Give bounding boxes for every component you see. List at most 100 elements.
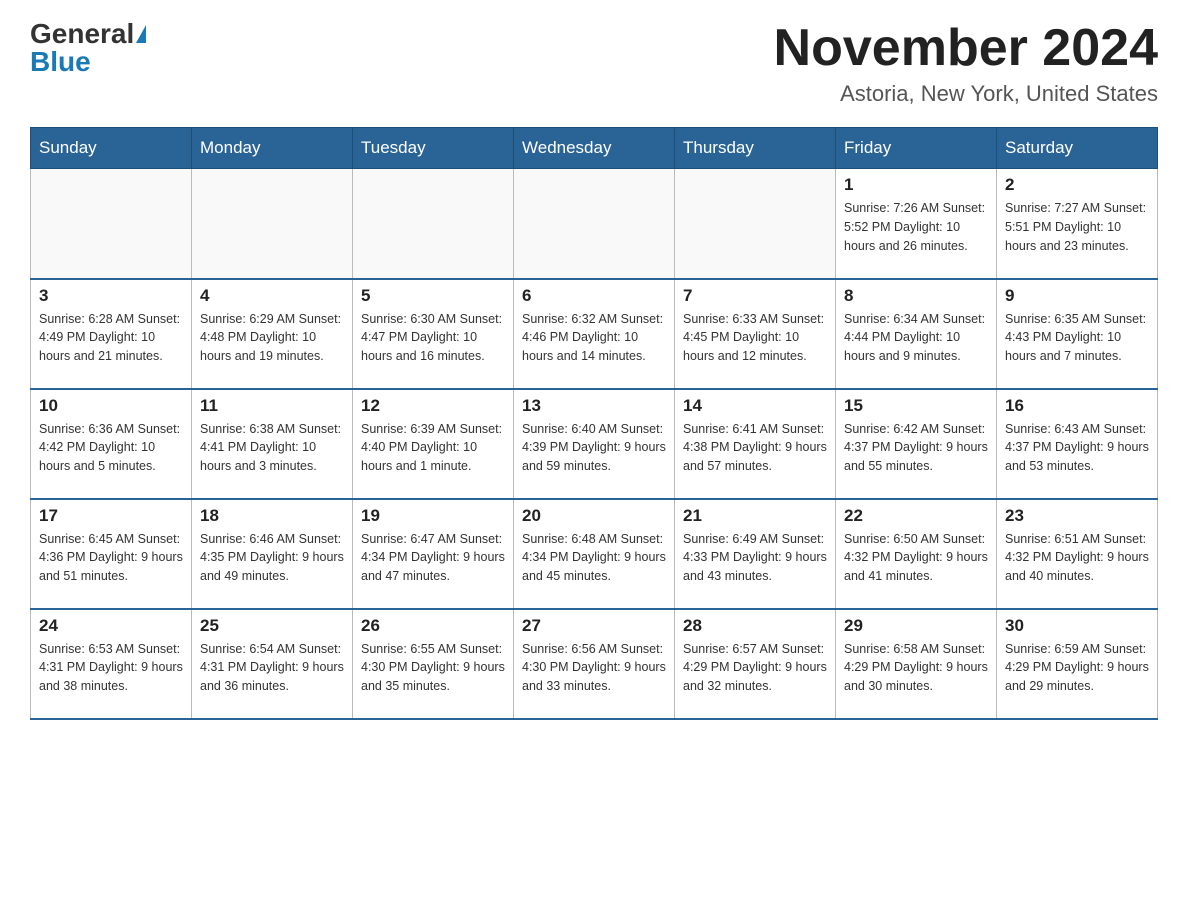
day-info: Sunrise: 6:53 AM Sunset: 4:31 PM Dayligh… bbox=[39, 640, 183, 696]
day-info: Sunrise: 6:57 AM Sunset: 4:29 PM Dayligh… bbox=[683, 640, 827, 696]
main-title: November 2024 bbox=[774, 20, 1158, 77]
day-info: Sunrise: 6:40 AM Sunset: 4:39 PM Dayligh… bbox=[522, 420, 666, 476]
day-info: Sunrise: 6:41 AM Sunset: 4:38 PM Dayligh… bbox=[683, 420, 827, 476]
day-of-week-header: Sunday bbox=[31, 128, 192, 169]
calendar-cell: 19 Sunrise: 6:47 AM Sunset: 4:34 PM Dayli… bbox=[353, 499, 514, 609]
day-info: Sunrise: 6:43 AM Sunset: 4:37 PM Dayligh… bbox=[1005, 420, 1149, 476]
day-number: 22 bbox=[844, 506, 988, 526]
calendar-cell: 20 Sunrise: 6:48 AM Sunset: 4:34 PM Dayli… bbox=[514, 499, 675, 609]
day-info: Sunrise: 6:59 AM Sunset: 4:29 PM Dayligh… bbox=[1005, 640, 1149, 696]
day-info: Sunrise: 6:28 AM Sunset: 4:49 PM Dayligh… bbox=[39, 310, 183, 366]
day-info: Sunrise: 6:58 AM Sunset: 4:29 PM Dayligh… bbox=[844, 640, 988, 696]
calendar-cell: 2 Sunrise: 7:27 AM Sunset: 5:51 PM Daylig… bbox=[997, 169, 1158, 279]
calendar-cell: 6Sunrise: 6:32 AM Sunset: 4:46 PM Daylig… bbox=[514, 279, 675, 389]
calendar-cell: 30Sunrise: 6:59 AM Sunset: 4:29 PM Dayli… bbox=[997, 609, 1158, 719]
day-info: Sunrise: 6:48 AM Sunset: 4:34 PM Dayligh… bbox=[522, 530, 666, 586]
title-block: November 2024 Astoria, New York, United … bbox=[774, 20, 1158, 107]
day-number: 26 bbox=[361, 616, 505, 636]
day-info: Sunrise: 6:46 AM Sunset: 4:35 PM Dayligh… bbox=[200, 530, 344, 586]
logo: General Blue bbox=[30, 20, 146, 76]
calendar-cell: 5 Sunrise: 6:30 AM Sunset: 4:47 PM Daylig… bbox=[353, 279, 514, 389]
calendar-cell: 25Sunrise: 6:54 AM Sunset: 4:31 PM Dayli… bbox=[192, 609, 353, 719]
calendar-cell: 13 Sunrise: 6:40 AM Sunset: 4:39 PM Dayli… bbox=[514, 389, 675, 499]
calendar-week-row: 1Sunrise: 7:26 AM Sunset: 5:52 PM Daylig… bbox=[31, 169, 1158, 279]
day-number: 21 bbox=[683, 506, 827, 526]
calendar-cell: 7Sunrise: 6:33 AM Sunset: 4:45 PM Daylig… bbox=[675, 279, 836, 389]
calendar-cell: 15 Sunrise: 6:42 AM Sunset: 4:37 PM Dayli… bbox=[836, 389, 997, 499]
day-number: 19 bbox=[361, 506, 505, 526]
day-info: Sunrise: 6:42 AM Sunset: 4:37 PM Dayligh… bbox=[844, 420, 988, 476]
calendar-cell: 8 Sunrise: 6:34 AM Sunset: 4:44 PM Daylig… bbox=[836, 279, 997, 389]
calendar-cell: 24Sunrise: 6:53 AM Sunset: 4:31 PM Dayli… bbox=[31, 609, 192, 719]
calendar-cell: 29Sunrise: 6:58 AM Sunset: 4:29 PM Dayli… bbox=[836, 609, 997, 719]
calendar-cell: 16Sunrise: 6:43 AM Sunset: 4:37 PM Dayli… bbox=[997, 389, 1158, 499]
day-number: 15 bbox=[844, 396, 988, 416]
calendar-cell: 4 Sunrise: 6:29 AM Sunset: 4:48 PM Daylig… bbox=[192, 279, 353, 389]
day-number: 6 bbox=[522, 286, 666, 306]
day-of-week-header: Tuesday bbox=[353, 128, 514, 169]
day-number: 9 bbox=[1005, 286, 1149, 306]
day-info: Sunrise: 6:51 AM Sunset: 4:32 PM Dayligh… bbox=[1005, 530, 1149, 586]
calendar-cell: 17 Sunrise: 6:45 AM Sunset: 4:36 PM Dayli… bbox=[31, 499, 192, 609]
day-info: Sunrise: 6:55 AM Sunset: 4:30 PM Dayligh… bbox=[361, 640, 505, 696]
day-of-week-header: Friday bbox=[836, 128, 997, 169]
day-number: 14 bbox=[683, 396, 827, 416]
calendar-body: 1Sunrise: 7:26 AM Sunset: 5:52 PM Daylig… bbox=[31, 169, 1158, 719]
day-info: Sunrise: 7:27 AM Sunset: 5:51 PM Dayligh… bbox=[1005, 199, 1149, 255]
day-number: 2 bbox=[1005, 175, 1149, 195]
day-number: 12 bbox=[361, 396, 505, 416]
day-info: Sunrise: 6:56 AM Sunset: 4:30 PM Dayligh… bbox=[522, 640, 666, 696]
day-info: Sunrise: 6:39 AM Sunset: 4:40 PM Dayligh… bbox=[361, 420, 505, 476]
day-number: 5 bbox=[361, 286, 505, 306]
calendar-week-row: 10 Sunrise: 6:36 AM Sunset: 4:42 PM Dayli… bbox=[31, 389, 1158, 499]
day-of-week-header: Wednesday bbox=[514, 128, 675, 169]
calendar-cell: 14 Sunrise: 6:41 AM Sunset: 4:38 PM Dayli… bbox=[675, 389, 836, 499]
calendar-cell: 1Sunrise: 7:26 AM Sunset: 5:52 PM Daylig… bbox=[836, 169, 997, 279]
day-number: 11 bbox=[200, 396, 344, 416]
day-of-week-header: Thursday bbox=[675, 128, 836, 169]
day-number: 23 bbox=[1005, 506, 1149, 526]
day-of-week-header: Monday bbox=[192, 128, 353, 169]
day-info: Sunrise: 6:49 AM Sunset: 4:33 PM Dayligh… bbox=[683, 530, 827, 586]
calendar-cell bbox=[514, 169, 675, 279]
day-number: 17 bbox=[39, 506, 183, 526]
day-number: 10 bbox=[39, 396, 183, 416]
calendar-cell: 10 Sunrise: 6:36 AM Sunset: 4:42 PM Dayli… bbox=[31, 389, 192, 499]
page-header: General Blue November 2024 Astoria, New … bbox=[30, 20, 1158, 107]
calendar-cell: 21 Sunrise: 6:49 AM Sunset: 4:33 PM Dayli… bbox=[675, 499, 836, 609]
calendar-cell: 26 Sunrise: 6:55 AM Sunset: 4:30 PM Dayli… bbox=[353, 609, 514, 719]
calendar-table: SundayMondayTuesdayWednesdayThursdayFrid… bbox=[30, 127, 1158, 720]
calendar-cell: 28Sunrise: 6:57 AM Sunset: 4:29 PM Dayli… bbox=[675, 609, 836, 719]
day-info: Sunrise: 6:34 AM Sunset: 4:44 PM Dayligh… bbox=[844, 310, 988, 366]
day-number: 1 bbox=[844, 175, 988, 195]
calendar-header: SundayMondayTuesdayWednesdayThursdayFrid… bbox=[31, 128, 1158, 169]
logo-general-text: General bbox=[30, 20, 134, 48]
calendar-week-row: 24Sunrise: 6:53 AM Sunset: 4:31 PM Dayli… bbox=[31, 609, 1158, 719]
day-info: Sunrise: 6:36 AM Sunset: 4:42 PM Dayligh… bbox=[39, 420, 183, 476]
calendar-cell bbox=[192, 169, 353, 279]
calendar-cell: 23 Sunrise: 6:51 AM Sunset: 4:32 PM Dayli… bbox=[997, 499, 1158, 609]
day-number: 20 bbox=[522, 506, 666, 526]
header-row: SundayMondayTuesdayWednesdayThursdayFrid… bbox=[31, 128, 1158, 169]
calendar-cell bbox=[31, 169, 192, 279]
day-info: Sunrise: 6:47 AM Sunset: 4:34 PM Dayligh… bbox=[361, 530, 505, 586]
day-info: Sunrise: 6:50 AM Sunset: 4:32 PM Dayligh… bbox=[844, 530, 988, 586]
day-info: Sunrise: 6:45 AM Sunset: 4:36 PM Dayligh… bbox=[39, 530, 183, 586]
calendar-cell: 27 Sunrise: 6:56 AM Sunset: 4:30 PM Dayli… bbox=[514, 609, 675, 719]
calendar-cell bbox=[675, 169, 836, 279]
calendar-cell: 11 Sunrise: 6:38 AM Sunset: 4:41 PM Dayli… bbox=[192, 389, 353, 499]
day-number: 3 bbox=[39, 286, 183, 306]
day-info: Sunrise: 6:35 AM Sunset: 4:43 PM Dayligh… bbox=[1005, 310, 1149, 366]
day-number: 4 bbox=[200, 286, 344, 306]
day-info: Sunrise: 6:30 AM Sunset: 4:47 PM Dayligh… bbox=[361, 310, 505, 366]
day-number: 27 bbox=[522, 616, 666, 636]
calendar-cell: 3 Sunrise: 6:28 AM Sunset: 4:49 PM Daylig… bbox=[31, 279, 192, 389]
day-info: Sunrise: 6:38 AM Sunset: 4:41 PM Dayligh… bbox=[200, 420, 344, 476]
day-number: 8 bbox=[844, 286, 988, 306]
calendar-cell: 9 Sunrise: 6:35 AM Sunset: 4:43 PM Daylig… bbox=[997, 279, 1158, 389]
day-info: Sunrise: 6:29 AM Sunset: 4:48 PM Dayligh… bbox=[200, 310, 344, 366]
day-of-week-header: Saturday bbox=[997, 128, 1158, 169]
calendar-cell: 12 Sunrise: 6:39 AM Sunset: 4:40 PM Dayli… bbox=[353, 389, 514, 499]
day-info: Sunrise: 6:54 AM Sunset: 4:31 PM Dayligh… bbox=[200, 640, 344, 696]
day-number: 13 bbox=[522, 396, 666, 416]
